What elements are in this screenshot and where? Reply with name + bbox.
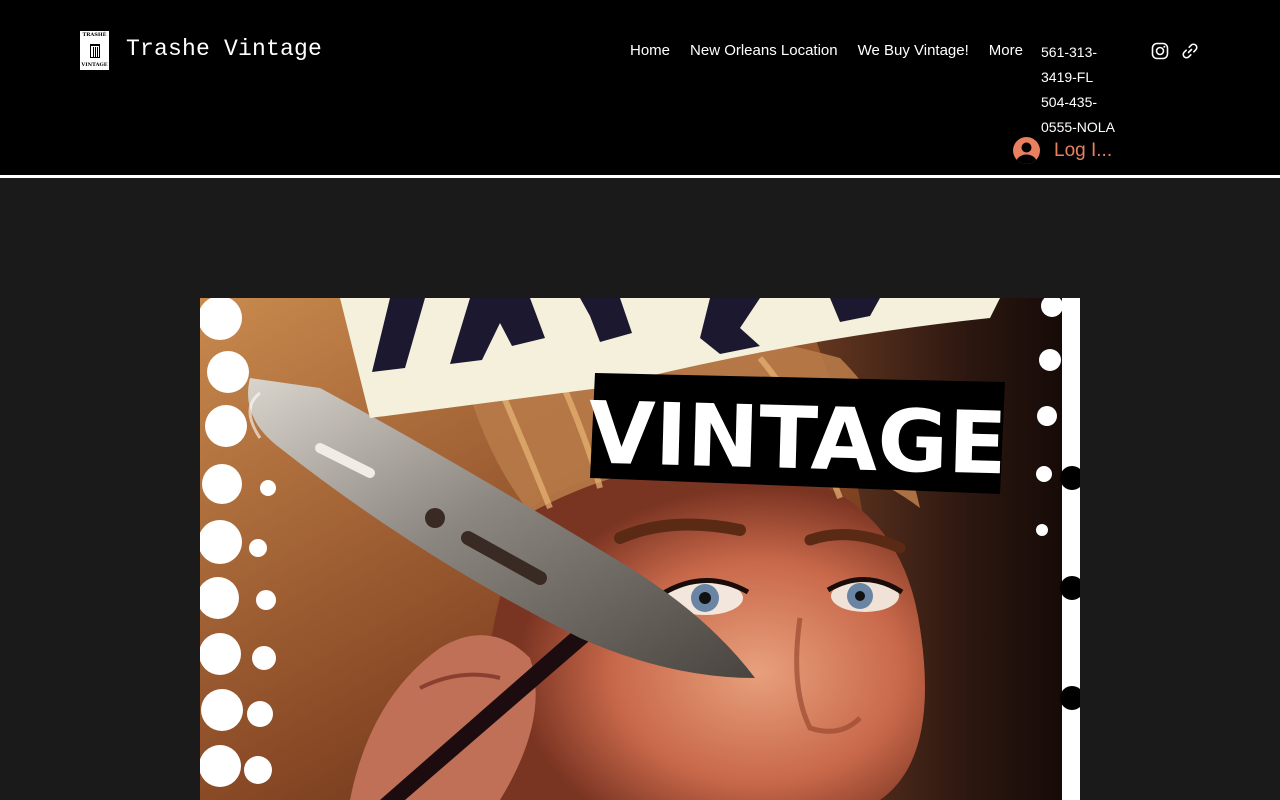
logo-text-bottom: VINTAGE	[81, 62, 108, 68]
phone-fl-line1: 561-313-	[1041, 44, 1098, 60]
pupil-left	[699, 592, 711, 604]
main-nav: Home New Orleans Location We Buy Vintage…	[630, 42, 1023, 60]
instagram-icon[interactable]	[1151, 42, 1169, 60]
nav-item-we-buy-vintage[interactable]: We Buy Vintage!	[858, 42, 969, 60]
site-header: TRASHÉ VINTAGE Trashe Vintage Home New O…	[0, 0, 1280, 175]
phone-fl-line2: 3419-FL	[1041, 69, 1094, 85]
contact-phones: 561-313- 3419-FL 504-435- 0555-NOLA	[1041, 40, 1131, 140]
avatar-icon	[1013, 137, 1040, 164]
logo-text-top: TRASHÉ	[82, 32, 107, 38]
pupil-right	[855, 591, 865, 601]
blade-hole	[425, 508, 445, 528]
nav-item-home[interactable]: Home	[630, 42, 670, 60]
header-divider	[0, 175, 1280, 178]
trash-can-icon	[89, 43, 100, 58]
site-title[interactable]: Trashe Vintage	[126, 36, 322, 62]
nav-item-more[interactable]: More	[989, 42, 1023, 60]
link-icon[interactable]	[1181, 42, 1199, 60]
phone-nola-line1: 504-435-	[1041, 94, 1098, 110]
login-button[interactable]: Log I...	[1013, 137, 1112, 164]
login-label: Log I...	[1054, 139, 1113, 161]
nav-item-new-orleans-location[interactable]: New Orleans Location	[690, 42, 838, 60]
vintage-sign-text: VINTAGE	[587, 384, 1008, 495]
site-logo[interactable]: TRASHÉ VINTAGE	[80, 31, 109, 70]
hero-image: VINTAGE	[200, 298, 1080, 800]
hero-photo-illustration: VINTAGE	[200, 298, 1080, 800]
social-bar	[1151, 42, 1199, 60]
